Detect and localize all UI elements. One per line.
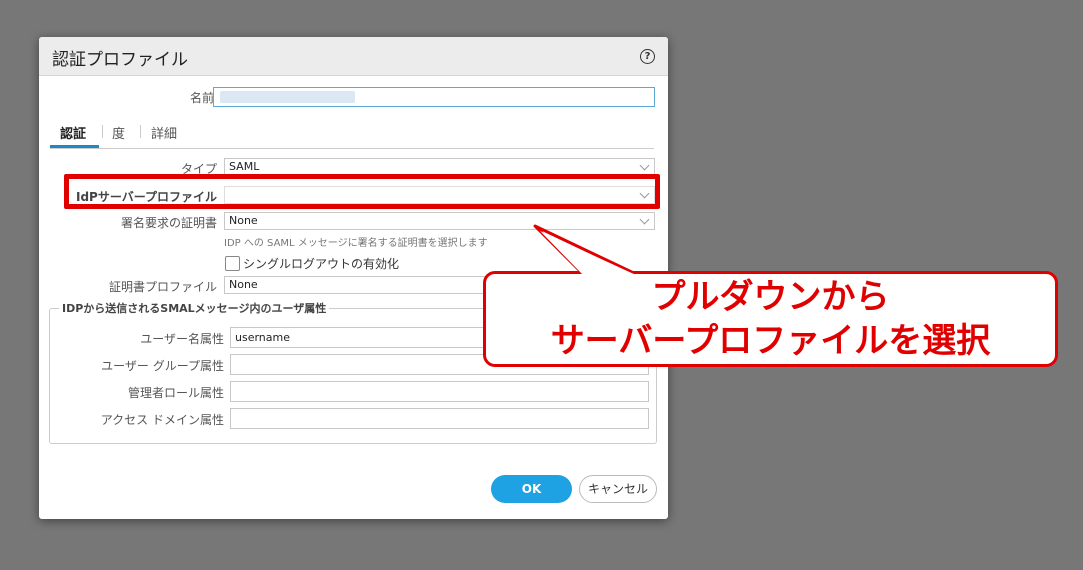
callout-text: プルダウンから サーバープロファイルを選択 <box>483 271 1058 363</box>
callout-line-1: プルダウンから <box>651 277 890 317</box>
callout-line-2: サーバープロファイルを選択 <box>550 321 991 361</box>
